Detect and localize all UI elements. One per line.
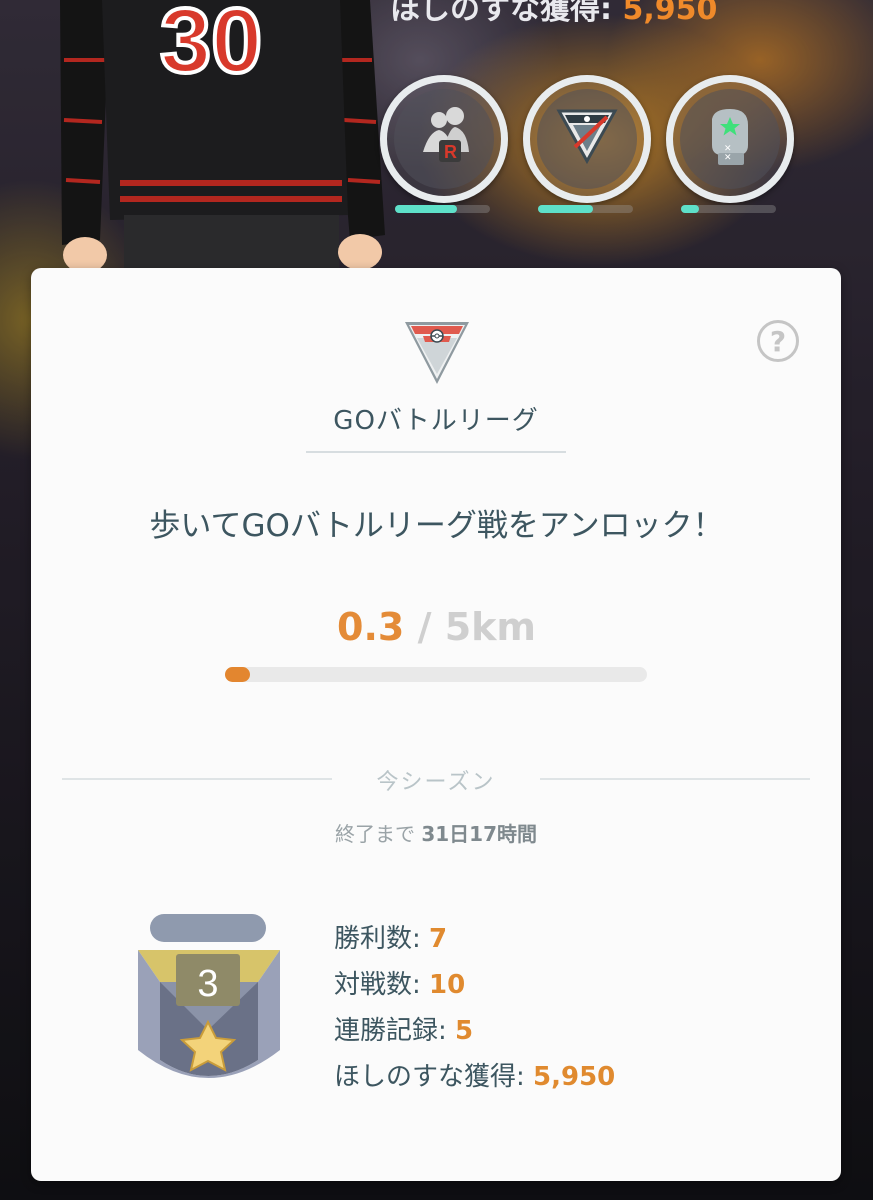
team-go-rocket-button[interactable]: R: [380, 75, 508, 203]
season-remaining-prefix: 終了まで: [334, 822, 415, 846]
distance-progress-bar: [225, 667, 647, 682]
rocket-progress-fill: [395, 205, 457, 213]
svg-text:R: R: [444, 142, 457, 162]
season-label: 今シーズン: [376, 770, 496, 795]
jersey-number: 30: [160, 0, 262, 92]
help-button[interactable]: ?: [757, 320, 799, 362]
rank-badge: 3: [130, 910, 290, 1095]
boxing-glove-icon: ✕ ✕: [698, 105, 762, 173]
battle-league-icon: [555, 105, 619, 173]
distance-total: 5km: [444, 605, 536, 649]
distance-progress-fill: [225, 667, 250, 682]
header-stardust-text: ほしのすな獲得: 5,950: [390, 0, 717, 28]
league-title: GOバトルリーグ: [333, 406, 539, 436]
battle-league-progress-fill: [538, 205, 593, 213]
trainer-avatar[interactable]: 30: [40, 0, 400, 275]
stat-row-battles: 対戦数: 10: [334, 964, 615, 1010]
stat-value: 5: [455, 1016, 474, 1046]
rocket-progress-bar: [395, 205, 490, 213]
battle-league-emblem-icon: [403, 320, 471, 388]
distance-current: 0.3: [337, 605, 405, 649]
stat-label: 対戦数:: [334, 970, 421, 1000]
season-stats: 勝利数: 7 対戦数: 10 連勝記録: 5 ほしのすな獲得: 5,950: [334, 918, 615, 1102]
rank-number: 3: [197, 963, 218, 1005]
training-progress-fill: [681, 205, 699, 213]
season-divider-right: [540, 778, 810, 780]
season-remaining-value: 31日17時間: [421, 822, 538, 846]
title-underline: [306, 451, 566, 453]
distance-readout: 0.3 / 5km: [200, 605, 673, 649]
stat-row-stardust: ほしのすな獲得: 5,950: [334, 1056, 615, 1102]
stat-row-streak: 連勝記録: 5: [334, 1010, 615, 1056]
stat-row-wins: 勝利数: 7: [334, 918, 615, 964]
training-button[interactable]: ✕ ✕: [666, 75, 794, 203]
season-divider-left: [62, 778, 332, 780]
season-remaining: 終了まで 31日17時間: [236, 818, 636, 847]
stat-value: 5,950: [533, 1062, 616, 1092]
unlock-message: 歩いてGOバトルリーグ戦をアンロック！: [149, 508, 724, 544]
stat-label: ほしのすな獲得:: [334, 1062, 525, 1092]
rocket-grunt-icon: R: [409, 102, 479, 176]
battle-league-button[interactable]: [523, 75, 651, 203]
header-stardust-value: 5,950: [622, 0, 718, 27]
training-progress-bar: [681, 205, 776, 213]
battle-league-progress-bar: [538, 205, 633, 213]
distance-separator: /: [417, 605, 432, 649]
svg-text:✕: ✕: [724, 153, 732, 163]
stat-label: 連勝記録:: [334, 1016, 447, 1046]
stat-value: 7: [429, 924, 448, 954]
header-stardust-label: ほしのすな獲得:: [390, 0, 612, 27]
stat-value: 10: [429, 970, 466, 1000]
stat-label: 勝利数:: [334, 924, 421, 954]
